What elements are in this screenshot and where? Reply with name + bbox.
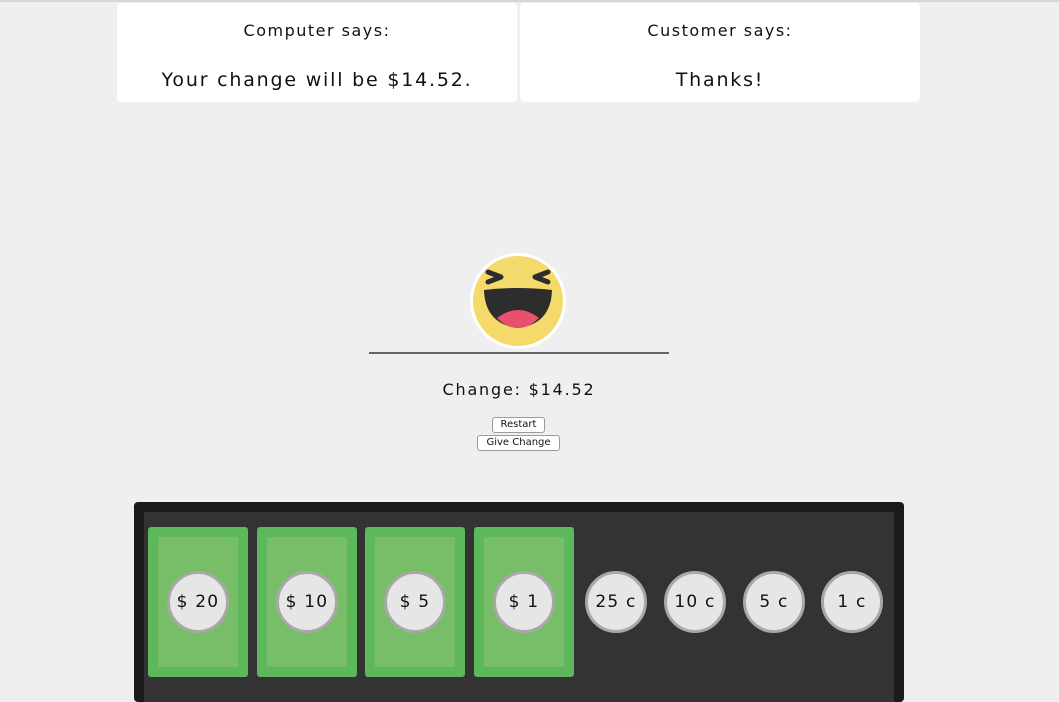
bill-1-button[interactable]: $ 1 — [493, 571, 555, 633]
bill-slot-1: $ 1 — [474, 527, 574, 677]
give-change-button[interactable]: Give Change — [477, 435, 560, 451]
coin-10-button[interactable]: 10 c — [664, 571, 726, 633]
customer-label: Customer says: — [647, 21, 793, 40]
customer-message: Thanks! — [675, 69, 765, 91]
divider — [369, 352, 669, 354]
computer-message: Your change will be $14.52. — [161, 69, 473, 91]
computer-label: Computer says: — [243, 21, 391, 40]
cash-tray: $ 20 $ 10 $ 5 $ 1 25 c 10 c 5 c 1 c — [144, 512, 894, 702]
top-rule — [0, 0, 1059, 2]
coin-1-button[interactable]: 1 c — [821, 571, 883, 633]
bill-10-button[interactable]: $ 10 — [276, 571, 338, 633]
bill-slot-20: $ 20 — [148, 527, 248, 677]
bill-5-button[interactable]: $ 5 — [384, 571, 446, 633]
coin-25-button[interactable]: 25 c — [585, 571, 647, 633]
coin-5-button[interactable]: 5 c — [743, 571, 805, 633]
cash-register: $ 20 $ 10 $ 5 $ 1 25 c 10 c 5 c 1 c — [134, 502, 904, 702]
bill-slot-10: $ 10 — [257, 527, 357, 677]
computer-speech-box: Computer says: Your change will be $14.5… — [117, 3, 517, 102]
bill-20-button[interactable]: $ 20 — [167, 571, 229, 633]
bill-slot-5: $ 5 — [365, 527, 465, 677]
change-amount: Change: $14.52 — [442, 380, 596, 399]
restart-button[interactable]: Restart — [492, 417, 545, 433]
customer-speech-box: Customer says: Thanks! — [520, 3, 920, 102]
laughing-face-icon — [470, 253, 566, 349]
